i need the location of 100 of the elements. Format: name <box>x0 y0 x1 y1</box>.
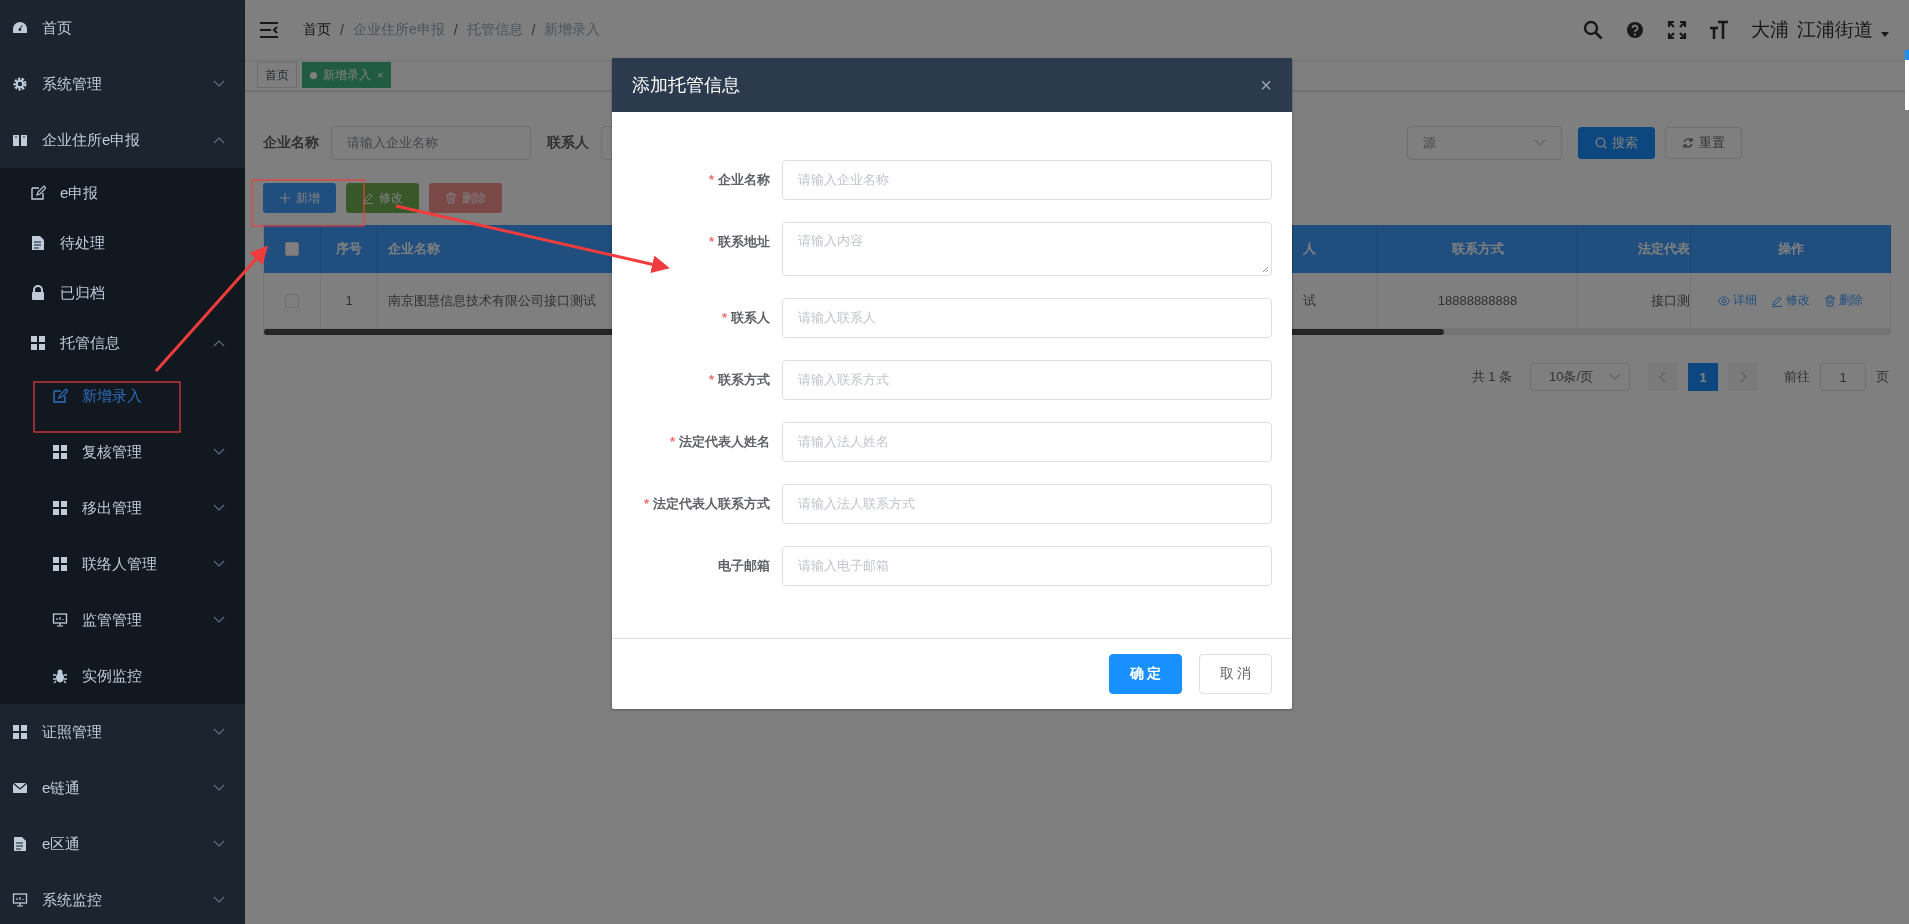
street-name[interactable]: 江浦街道 <box>1797 17 1873 43</box>
column-header: 序号 <box>336 240 362 258</box>
pencil-icon <box>362 192 374 204</box>
eye-icon <box>1718 294 1730 307</box>
edit-icon <box>52 388 68 404</box>
table-cell: 南京图慧信息技术有限公司接口测试 <box>388 291 596 310</box>
monitor-icon <box>12 892 28 908</box>
action-link[interactable]: 修改 <box>1771 292 1810 309</box>
document-icon <box>30 235 46 251</box>
table-cell: 18888888888 <box>1437 293 1518 308</box>
table-cell: 1 <box>345 293 353 308</box>
document-icon <box>12 836 28 852</box>
lock-icon <box>30 285 46 301</box>
menu-item[interactable]: 监管管理 <box>0 592 245 648</box>
column-header: 联系方式 <box>1451 240 1504 258</box>
menu-item[interactable]: 实例监控 <box>0 648 245 704</box>
menu-item[interactable]: 证照管理 <box>0 704 245 760</box>
fullscreen-icon[interactable] <box>1667 20 1687 40</box>
cancel-button[interactable]: 取 消 <box>1199 654 1272 694</box>
mail-icon <box>12 780 28 796</box>
pencil-icon <box>1771 294 1783 307</box>
menu-item[interactable]: 新增录入 <box>0 368 245 424</box>
menu-item[interactable]: e申报 <box>0 168 245 218</box>
field-label: * 联系方式 <box>707 371 771 389</box>
field-label: * 联系地址 <box>707 233 771 251</box>
menu-item[interactable]: 联络人管理 <box>0 536 245 592</box>
input-field[interactable]: 请输入企业名称 <box>782 160 1272 200</box>
plus-icon <box>279 192 291 204</box>
dialog-title: 添加托管信息 <box>632 74 740 97</box>
menu-item[interactable]: 系统管理 <box>0 56 245 112</box>
dashboard-icon <box>12 20 28 36</box>
gear-icon <box>12 76 28 92</box>
resize-handle-icon[interactable] <box>1261 265 1269 273</box>
menu-item[interactable]: 系统监控 <box>0 872 245 924</box>
bug-icon <box>52 668 68 684</box>
action-link[interactable]: 删除 <box>1824 292 1863 309</box>
chevron-left-icon <box>1659 371 1667 383</box>
status-dot <box>310 71 317 79</box>
tab[interactable]: 新增录入 × <box>302 62 392 88</box>
grid-icon <box>30 335 46 351</box>
input-field[interactable]: 请输入电子邮箱 <box>782 546 1272 586</box>
input-field[interactable]: 请输入法人联系方式 <box>782 484 1272 524</box>
add-button[interactable]: 新增 <box>263 183 336 213</box>
menu-item[interactable]: 企业住所e申报 <box>0 112 245 168</box>
breadcrumb-separator: / <box>453 22 458 38</box>
field-label: 电子邮箱 <box>717 557 771 575</box>
close-button[interactable]: × <box>1260 73 1272 97</box>
trash-icon <box>445 192 457 204</box>
text-area[interactable]: 请输入内容 <box>782 222 1272 276</box>
breadcrumb-separator: / <box>531 22 536 38</box>
search-icon <box>1595 137 1607 149</box>
search-button[interactable]: 搜索 <box>1578 127 1655 159</box>
grid-icon <box>52 444 68 460</box>
input-field[interactable]: 请输入联系方式 <box>782 360 1272 400</box>
reset-button[interactable]: 重置 <box>1665 127 1742 159</box>
breadcrumb-link[interactable]: 首页 <box>303 21 331 39</box>
field-label: 企业名称 <box>263 134 319 152</box>
page-input[interactable]: 1 <box>1820 363 1866 391</box>
checkbox[interactable] <box>285 242 299 256</box>
edit-icon <box>30 185 46 201</box>
action-link[interactable]: 详细 <box>1718 292 1757 309</box>
help-icon[interactable] <box>1625 20 1645 40</box>
grid-icon <box>52 500 68 516</box>
book-icon <box>12 132 28 148</box>
table-cell: 试 <box>1303 291 1316 310</box>
breadcrumb-separator: / <box>340 22 344 38</box>
confirm-button[interactable]: 确 定 <box>1109 654 1182 694</box>
caret-icon[interactable] <box>1881 32 1889 38</box>
column-header: 企业名称 <box>388 240 440 258</box>
chevron-down-icon <box>1609 373 1621 381</box>
page-button[interactable]: 1 <box>1688 363 1718 391</box>
field-label: * 企业名称 <box>707 171 771 189</box>
field-label: 联系人 <box>547 134 589 152</box>
menu-item[interactable]: 托管信息 <box>0 318 245 368</box>
menu-item[interactable]: 待处理 <box>0 218 245 268</box>
menu-item[interactable]: 已归档 <box>0 268 245 318</box>
grid-icon <box>52 556 68 572</box>
tab[interactable]: 首页 <box>257 62 297 88</box>
menu-item[interactable]: 复核管理 <box>0 424 245 480</box>
search-icon[interactable] <box>1583 20 1603 40</box>
page-size-select[interactable]: 10条/页 <box>1530 363 1630 391</box>
menu-item[interactable]: 移出管理 <box>0 480 245 536</box>
chevron-down-icon <box>1534 139 1546 147</box>
refresh-icon <box>1682 137 1694 149</box>
menu-item[interactable]: 首页 <box>0 0 245 56</box>
column-header: 法定代表 <box>1638 240 1690 258</box>
select-field[interactable]: 源 <box>1407 126 1562 160</box>
menu-icon[interactable] <box>260 22 278 38</box>
font-size-icon[interactable] <box>1709 20 1729 40</box>
column-header: 人 <box>1303 240 1316 258</box>
district-name: 大浦 <box>1751 18 1789 42</box>
column-header: 操作 <box>1777 240 1804 258</box>
input-field[interactable]: 请输入联系人 <box>782 298 1272 338</box>
input-field[interactable]: 请输入法人姓名 <box>782 422 1272 462</box>
total-count: 共 1 条 <box>1471 368 1512 386</box>
chevron-right-icon <box>1739 371 1747 383</box>
close-icon[interactable]: × <box>377 69 384 81</box>
goto-label: 前往 <box>1784 368 1810 386</box>
menu-item[interactable]: e链通 <box>0 760 245 816</box>
menu-item[interactable]: e区通 <box>0 816 245 872</box>
